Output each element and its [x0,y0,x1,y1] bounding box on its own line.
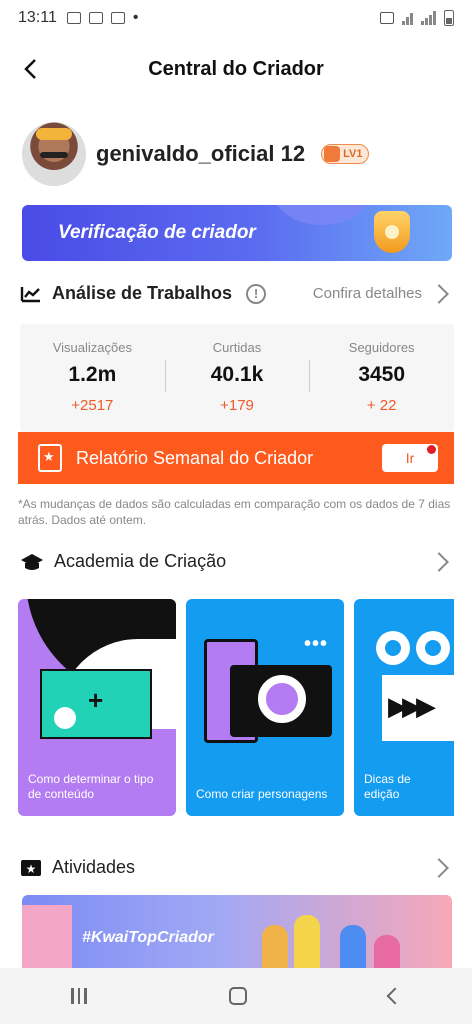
card-caption: Como criar personagens [196,787,328,801]
stat-delta: +2517 [71,397,114,414]
analysis-title: Análise de Trabalhos [52,283,233,303]
ticket-star-icon: ★ [21,859,41,876]
home-button[interactable] [228,987,247,1005]
camera-frame-illustration [40,669,152,739]
level-icon [324,146,341,162]
film-reel-icon [376,631,410,665]
wifi-icon [402,11,413,25]
more-dot-icon: • [132,9,139,26]
stat-value: 1.2m [68,363,117,386]
notification-icons: • [66,9,139,27]
card-caption: Como determinar o tipo de conteúdo [28,772,154,801]
status-time: 13:11 [18,9,57,26]
banner-illustration [294,915,320,975]
go-button[interactable]: Ir [382,444,438,472]
system-back-button[interactable] [386,987,404,1005]
level-text: LV1 [343,148,363,160]
fast-forward-illustration [382,675,454,741]
stat-label: Seguidores [348,340,415,355]
stat-delta: + 22 [366,397,397,414]
academy-card[interactable]: Como determinar o tipo de conteúdo [18,599,176,816]
stat-views[interactable]: Visualizações 1.2m +2517 [20,324,165,432]
academy-card[interactable]: Dicas de edição [354,599,454,816]
see-details-link[interactable]: Confira detalhes [312,283,452,304]
see-details-label: Confira detalhes [312,285,422,302]
svg-text:★: ★ [26,862,37,876]
recents-button[interactable] [71,988,87,1004]
stat-label: Curtidas [212,340,262,355]
avatar[interactable] [22,122,86,186]
banner-decoration [274,205,370,225]
shield-notification-icon [110,12,125,24]
battery-icon [444,10,454,26]
graduation-cap-icon [21,553,43,570]
stat-delta: +179 [220,397,254,414]
gallery-icon [66,12,81,24]
shield-icon [374,211,410,253]
stat-likes[interactable]: Curtidas 40.1k +179 [164,324,310,432]
weekly-report-label: Relatório Semanal do Criador [76,447,314,468]
go-button-label: Ir [405,450,415,466]
level-badge[interactable]: LV1 [321,144,370,164]
camera-illustration [230,665,332,737]
creator-verification-banner[interactable]: Verificação de criador [22,205,452,261]
app-notification-icon [88,12,103,24]
notification-dot [427,445,436,454]
chevron-right-icon [429,551,449,572]
report-icon [38,444,62,472]
username: genivaldo_oficial 12 [96,141,306,166]
stat-value: 3450 [358,363,406,386]
card-caption: Dicas de edição [364,772,411,801]
data-note: *As mudanças de dados são calculadas em … [18,497,451,527]
banner-hashtag: #KwaiTopCriador [82,929,214,946]
stat-label: Visualizações [52,340,132,355]
dots-icon: ••• [303,633,328,655]
chevron-right-icon [429,283,449,304]
page-title: Central do Criador [148,57,324,80]
stats-panel: Visualizações 1.2m +2517 Curtidas 40.1k … [20,324,454,432]
academy-title: Academia de Criação [54,551,227,571]
academy-card[interactable]: ••• Como criar personagens [186,599,344,816]
signal-icon [421,11,436,25]
weekly-report-bar[interactable]: Relatório Semanal do Criador Ir [18,432,454,484]
info-icon[interactable]: ! [246,283,267,304]
banner-illustration [22,905,72,975]
chevron-right-icon [429,857,449,878]
academy-section-header[interactable]: Academia de Criação [20,551,452,572]
status-bar: 13:11 • [0,0,472,36]
back-arrow-icon [24,59,36,79]
creator-profile: genivaldo_oficial 12 LV1 [22,122,370,186]
activities-title: Atividades [52,857,136,877]
back-button[interactable] [14,52,46,86]
alarm-icon [380,12,394,24]
activities-section-header[interactable]: ★ Atividades [20,857,452,878]
verification-text: Verificação de criador [58,222,256,243]
trend-chart-icon [20,286,40,302]
page-header: Central do Criador [0,36,472,102]
stat-followers[interactable]: Seguidores 3450 + 22 [309,324,454,432]
analysis-section-header: Análise de Trabalhos ! Confira detalhes [20,283,452,304]
stat-value: 40.1k [210,363,264,386]
system-nav-bar [0,968,472,1024]
film-reel-icon [416,631,450,665]
activity-banner[interactable]: #KwaiTopCriador [22,895,452,975]
